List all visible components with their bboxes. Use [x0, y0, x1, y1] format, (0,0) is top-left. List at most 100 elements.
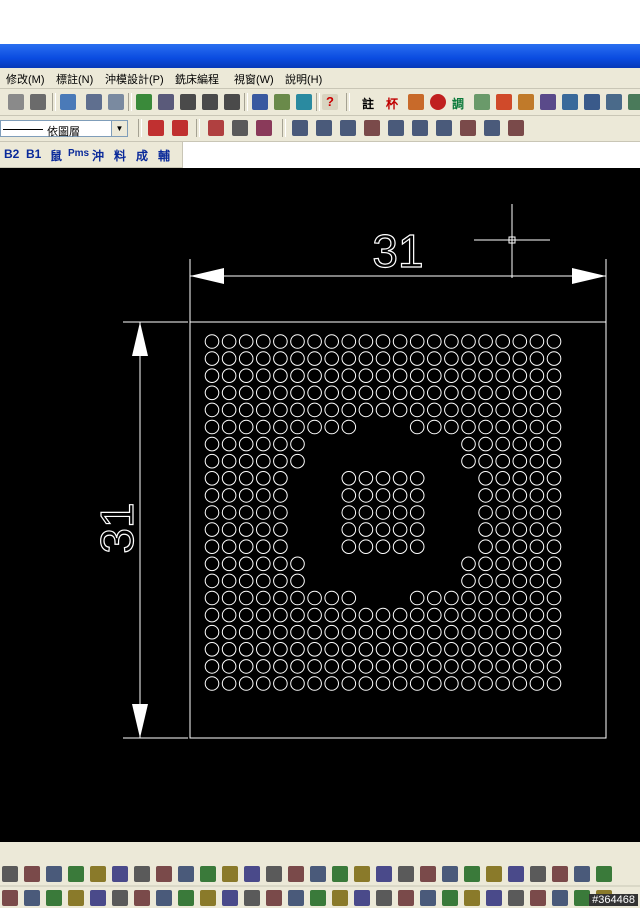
zoom-realtime-icon[interactable]	[180, 94, 196, 110]
bottom-tool-icon[interactable]	[2, 866, 18, 882]
number-icon[interactable]	[208, 120, 224, 136]
bottom-tool-icon[interactable]	[2, 890, 18, 906]
bottom-tool-icon[interactable]	[442, 866, 458, 882]
bottom-tool-icon[interactable]	[552, 890, 568, 906]
arc-tool-4-icon[interactable]	[364, 120, 380, 136]
curve-icon[interactable]	[562, 94, 578, 110]
bottom-tool-icon[interactable]	[266, 866, 282, 882]
bottom-tool-icon[interactable]	[332, 890, 348, 906]
pms-button[interactable]: Pms	[68, 148, 89, 159]
menu-modify[interactable]: 修改(M)	[6, 71, 45, 87]
more-tools-icon[interactable]	[628, 94, 640, 110]
arc-tool-8-icon[interactable]	[460, 120, 476, 136]
bottom-tool-icon[interactable]	[530, 890, 546, 906]
b2-button[interactable]: B2	[4, 147, 19, 161]
bottom-tool-icon[interactable]	[332, 866, 348, 882]
bottom-tool-icon[interactable]	[90, 866, 106, 882]
arc-tool-6-icon[interactable]	[412, 120, 428, 136]
bottom-tool-icon[interactable]	[156, 890, 172, 906]
zoom-previous-icon[interactable]	[224, 94, 240, 110]
plot-icon[interactable]	[8, 94, 24, 110]
mark-s-icon[interactable]	[148, 120, 164, 136]
bottom-tool-icon[interactable]	[178, 866, 194, 882]
bottom-tool-icon[interactable]	[244, 866, 260, 882]
zoom-window-icon[interactable]	[202, 94, 218, 110]
bottom-tool-icon[interactable]	[596, 866, 612, 882]
bottom-tool-icon[interactable]	[354, 890, 370, 906]
bottom-tool-icon[interactable]	[288, 866, 304, 882]
block-icon[interactable]	[496, 94, 512, 110]
bottom-tool-icon[interactable]	[376, 890, 392, 906]
bottom-tool-icon[interactable]	[244, 890, 260, 906]
auxiliary-button[interactable]: 輔	[158, 147, 170, 164]
mark-n-icon[interactable]	[172, 120, 188, 136]
export-icon[interactable]	[518, 94, 534, 110]
material-button[interactable]: 料	[114, 147, 126, 164]
arc-tool-7-icon[interactable]	[436, 120, 452, 136]
preview-icon[interactable]	[108, 94, 124, 110]
bottom-tool-icon[interactable]	[310, 866, 326, 882]
help-icon[interactable]: ?	[322, 94, 338, 110]
form-button[interactable]: 成	[136, 147, 148, 164]
tool-icon[interactable]	[408, 94, 424, 110]
offset-icon[interactable]	[606, 94, 622, 110]
chevron-down-icon[interactable]: ▼	[111, 121, 127, 136]
cup-button[interactable]: 杯	[386, 95, 398, 112]
insert-icon[interactable]	[540, 94, 556, 110]
bottom-tool-icon[interactable]	[46, 866, 62, 882]
annotate-button[interactable]: 註	[362, 95, 374, 112]
b1-button[interactable]: B1	[26, 147, 41, 161]
bottom-tool-icon[interactable]	[508, 866, 524, 882]
punch-button[interactable]: 沖	[92, 147, 104, 164]
adjust-button[interactable]: 調	[452, 95, 464, 112]
bottom-tool-icon[interactable]	[376, 866, 392, 882]
bottom-tool-icon[interactable]	[266, 890, 282, 906]
bottom-tool-icon[interactable]	[134, 890, 150, 906]
circle-tool-icon[interactable]	[430, 94, 446, 110]
bottom-tool-icon[interactable]	[200, 890, 216, 906]
arc-tool-3-icon[interactable]	[340, 120, 356, 136]
list-icon[interactable]	[256, 120, 272, 136]
menu-help[interactable]: 說明(H)	[285, 71, 322, 87]
bottom-tool-icon[interactable]	[68, 890, 84, 906]
linetype-combo[interactable]: 依圖層 ▼	[0, 120, 128, 138]
view-icon[interactable]	[136, 94, 152, 110]
pan-icon[interactable]	[158, 94, 174, 110]
arc-tool-1-icon[interactable]	[292, 120, 308, 136]
menu-die-design[interactable]: 沖模設計(P)	[105, 71, 164, 87]
bottom-tool-icon[interactable]	[420, 890, 436, 906]
bottom-tool-icon[interactable]	[310, 890, 326, 906]
arc-tool-5-icon[interactable]	[388, 120, 404, 136]
measure-icon[interactable]	[584, 94, 600, 110]
bottom-tool-icon[interactable]	[398, 890, 414, 906]
bottom-tool-icon[interactable]	[508, 890, 524, 906]
bottom-tool-icon[interactable]	[46, 890, 62, 906]
bottom-tool-icon[interactable]	[24, 890, 40, 906]
bottom-tool-icon[interactable]	[574, 890, 590, 906]
database-icon[interactable]	[296, 94, 312, 110]
bottom-tool-icon[interactable]	[354, 866, 370, 882]
bottom-tool-icon[interactable]	[464, 890, 480, 906]
bottom-tool-icon[interactable]	[134, 866, 150, 882]
bottom-tool-icon[interactable]	[178, 890, 194, 906]
menu-milling[interactable]: 銑床編程	[175, 71, 219, 87]
table-icon[interactable]	[252, 94, 268, 110]
bottom-tool-icon[interactable]	[222, 890, 238, 906]
arc-tool-10-icon[interactable]	[508, 120, 524, 136]
drawing-canvas[interactable]: 31 31	[0, 168, 640, 842]
bottom-tool-icon[interactable]	[530, 866, 546, 882]
arc-tool-2-icon[interactable]	[316, 120, 332, 136]
drawing-svg[interactable]: 31 31	[0, 168, 640, 842]
bottom-tool-icon[interactable]	[486, 866, 502, 882]
bottom-tool-icon[interactable]	[24, 866, 40, 882]
bottom-tool-icon[interactable]	[222, 866, 238, 882]
bottom-tool-icon[interactable]	[112, 866, 128, 882]
bottom-tool-icon[interactable]	[68, 866, 84, 882]
arc-tool-9-icon[interactable]	[484, 120, 500, 136]
bottom-tool-icon[interactable]	[420, 866, 436, 882]
bottom-tool-icon[interactable]	[464, 866, 480, 882]
bottom-tool-icon[interactable]	[398, 866, 414, 882]
bottom-tool-icon[interactable]	[442, 890, 458, 906]
bottom-tool-icon[interactable]	[200, 866, 216, 882]
library-icon[interactable]	[474, 94, 490, 110]
